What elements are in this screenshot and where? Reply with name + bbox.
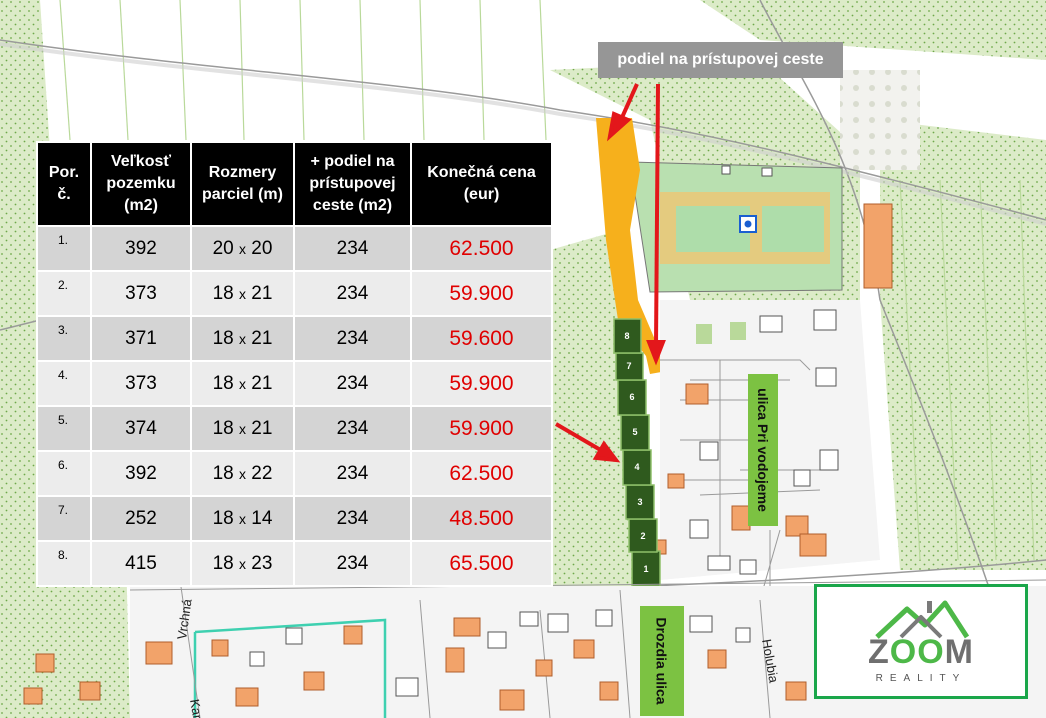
plot-label-2: 2	[640, 531, 645, 541]
logo-wordmark: ZOOM	[867, 633, 974, 671]
plot-label-3: 3	[637, 497, 642, 507]
header-dimensions: Rozmery parciel (m)	[190, 141, 295, 227]
table-row: 6. 392 18 x 22 234 62.500	[36, 450, 553, 497]
table-row: 4. 373 18 x 21 234 59.900	[36, 360, 553, 407]
header-plot-size: Veľkosť pozemku (m2)	[90, 141, 192, 227]
dim-width: 18	[212, 283, 234, 304]
plot-dimensions: 18 x 21	[190, 270, 295, 317]
plot-size: 373	[90, 360, 192, 407]
access-share: 234	[293, 540, 412, 587]
plot-dimensions: 18 x 23	[190, 540, 295, 587]
plot-label-1: 1	[643, 564, 648, 574]
dim-length: 21	[251, 283, 273, 304]
dim-width: 18	[212, 553, 234, 574]
header-final-price: Konečná cena (eur)	[410, 141, 553, 227]
plot-size: 371	[90, 315, 192, 362]
plot-dimensions: 18 x 14	[190, 495, 295, 542]
dim-length: 21	[251, 328, 273, 349]
dim-width: 18	[212, 328, 234, 349]
dim-separator: x	[239, 331, 246, 347]
dim-separator: x	[239, 511, 246, 527]
logo-subtitle: REALITY	[875, 673, 967, 684]
dim-width: 18	[212, 463, 234, 484]
plot-label-5: 5	[632, 427, 637, 437]
access-share: 234	[293, 495, 412, 542]
plot-number: 2.	[36, 270, 92, 317]
table-header-row: Por. č. Veľkosť pozemku (m2) Rozmery par…	[36, 141, 553, 227]
dim-width: 18	[212, 373, 234, 394]
dim-separator: x	[239, 241, 246, 257]
dim-separator: x	[239, 286, 246, 302]
access-share: 234	[293, 405, 412, 452]
plot-number: 6.	[36, 450, 92, 497]
plot-label-4: 4	[634, 462, 639, 472]
plot-number: 8.	[36, 540, 92, 587]
plot-number: 4.	[36, 360, 92, 407]
plot-dimensions: 18 x 21	[190, 360, 295, 407]
dim-length: 22	[251, 463, 273, 484]
plot-size: 252	[90, 495, 192, 542]
table-row: 8. 415 18 x 23 234 65.500	[36, 540, 553, 587]
access-share: 234	[293, 315, 412, 362]
table-row: 5. 374 18 x 21 234 59.900	[36, 405, 553, 452]
final-price: 59.900	[410, 270, 553, 317]
plot-size: 392	[90, 225, 192, 272]
header-plot-number: Por. č.	[36, 141, 92, 227]
plot-number: 1.	[36, 225, 92, 272]
final-price: 62.500	[410, 450, 553, 497]
plot-label-8: 8	[624, 331, 629, 341]
zoom-reality-logo: ZOOM REALITY	[814, 584, 1028, 699]
dim-length: 21	[251, 373, 273, 394]
plot-size: 392	[90, 450, 192, 497]
plot-number: 7.	[36, 495, 92, 542]
parcel-table: Por. č. Veľkosť pozemku (m2) Rozmery par…	[36, 141, 553, 587]
final-price: 59.900	[410, 405, 553, 452]
table-row: 1. 392 20 x 20 234 62.500	[36, 225, 553, 272]
dim-length: 21	[251, 418, 273, 439]
plot-label-7: 7	[626, 361, 631, 371]
final-price: 48.500	[410, 495, 553, 542]
plot-label-6: 6	[629, 392, 634, 402]
dim-length: 20	[251, 238, 273, 259]
plot-dimensions: 18 x 21	[190, 315, 295, 362]
dim-width: 18	[212, 508, 234, 529]
dim-length: 23	[251, 553, 273, 574]
access-share: 234	[293, 360, 412, 407]
table-row: 3. 371 18 x 21 234 59.600	[36, 315, 553, 362]
final-price: 59.600	[410, 315, 553, 362]
final-price: 62.500	[410, 225, 553, 272]
dim-width: 18	[212, 418, 234, 439]
street-label-pri-vodojeme: ulica Pri vodojeme	[748, 374, 778, 526]
header-access-share: + podiel na prístupovej ceste (m2)	[293, 141, 412, 227]
access-share: 234	[293, 270, 412, 317]
dim-length: 14	[251, 508, 273, 529]
plot-size: 373	[90, 270, 192, 317]
final-price: 59.900	[410, 360, 553, 407]
dim-separator: x	[239, 466, 246, 482]
dim-separator: x	[239, 376, 246, 392]
plot-size: 415	[90, 540, 192, 587]
dim-separator: x	[239, 421, 246, 437]
access-road-callout: podiel na prístupovej ceste	[598, 42, 843, 78]
plot-dimensions: 18 x 22	[190, 450, 295, 497]
plot-number: 5.	[36, 405, 92, 452]
dim-separator: x	[239, 556, 246, 572]
plot-dimensions: 20 x 20	[190, 225, 295, 272]
plot-number: 3.	[36, 315, 92, 362]
plot-size: 374	[90, 405, 192, 452]
table-row: 2. 373 18 x 21 234 59.900	[36, 270, 553, 317]
access-share: 234	[293, 225, 412, 272]
street-label-drozdia: Drozdia ulica	[640, 606, 684, 716]
plot-dimensions: 18 x 21	[190, 405, 295, 452]
table-row: 7. 252 18 x 14 234 48.500	[36, 495, 553, 542]
access-share: 234	[293, 450, 412, 497]
final-price: 65.500	[410, 540, 553, 587]
dim-width: 20	[212, 238, 234, 259]
